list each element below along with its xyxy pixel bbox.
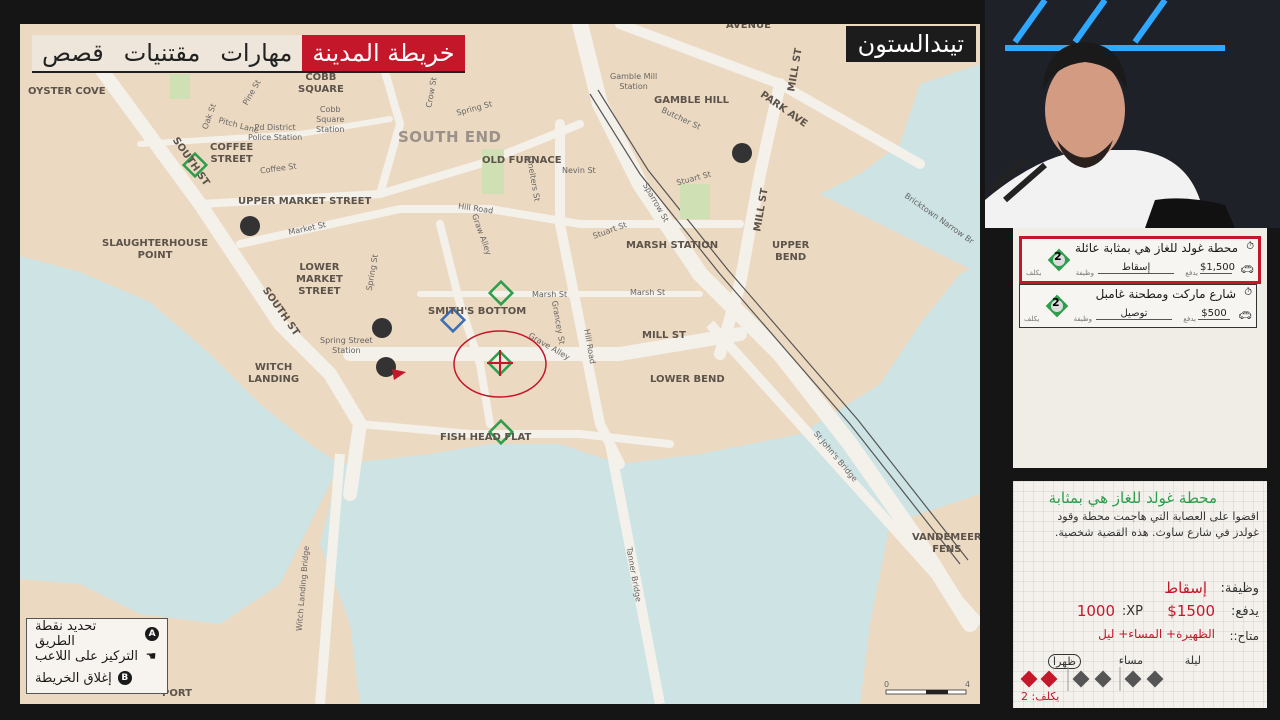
job-card-cost-caption: يكلف bbox=[1024, 315, 1040, 323]
webcam-overlay bbox=[985, 0, 1280, 228]
scale-four: 4 bbox=[965, 680, 971, 689]
detail-description-1: اقضوا على العصابة التي هاجمت محطة وقود bbox=[1057, 510, 1259, 523]
label-nevin-st: Nevin St bbox=[562, 166, 596, 175]
detail-job-caption: وظيفة: bbox=[1220, 581, 1259, 596]
job-card[interactable]: محطة غولد للغاز هي بمثابة عائلة ⏱ إسقاط … bbox=[1019, 236, 1261, 284]
legend-label: التركيز على اللاعب bbox=[35, 648, 138, 664]
job-card-type-caption: وظيفة bbox=[1075, 269, 1094, 277]
label-lower-bend: LOWER BEND bbox=[650, 374, 725, 385]
timer-icon: ⏱ bbox=[1246, 241, 1254, 252]
label-fish-head-flat: FISH HEAD FLAT bbox=[440, 432, 532, 443]
label-lower-market-street: LOWER MARKET STREET bbox=[296, 262, 343, 297]
tab-stories[interactable]: قصص bbox=[32, 35, 114, 71]
jobs-panel: محطة غولد للغاز هي بمثابة عائلة ⏱ إسقاط … bbox=[1013, 228, 1267, 468]
label-upper-market-street: UPPER MARKET STREET bbox=[238, 196, 372, 207]
controls-legend: A تحديد نقطة الطريق ☚ التركيز على اللاعب… bbox=[26, 618, 168, 694]
park-2 bbox=[680, 184, 710, 219]
job-card-type: توصيل bbox=[1096, 308, 1172, 320]
tab-city-map[interactable]: خريطة المدينة bbox=[302, 35, 465, 71]
label-marsh-st-2: Marsh St bbox=[630, 288, 666, 297]
label-upper-bend: UPPER BEND bbox=[772, 240, 810, 263]
timer-icon: ⏱ bbox=[1244, 287, 1252, 298]
job-card-type: إسقاط bbox=[1098, 262, 1174, 274]
job-card-title: شارع ماركت ومطحنة غامبل bbox=[1095, 287, 1236, 301]
label-marsh-station: MARSH STATION bbox=[626, 240, 719, 251]
job-card-type-caption: وظيفة bbox=[1073, 315, 1092, 323]
label-cobb-square: COBB SQUARE bbox=[298, 72, 344, 95]
detail-pays-value: $1500 bbox=[1167, 602, 1215, 620]
detail-title: محطة غولد للغاز هي بمثابة bbox=[1048, 489, 1217, 507]
job-card-cost: 2 bbox=[1052, 296, 1060, 309]
label-mill-st-mid: MILL ST bbox=[642, 330, 686, 341]
scale-zero: 0 bbox=[884, 680, 890, 689]
slot-night: ليلة bbox=[1184, 654, 1201, 667]
city-name-label: تيندالستون bbox=[845, 26, 976, 62]
job-card-pay-caption: يدفع bbox=[1185, 269, 1198, 277]
label-oyster-cove: OYSTER COVE bbox=[28, 86, 106, 97]
legend-label: إغلاق الخريطة bbox=[35, 670, 112, 686]
city-map[interactable]: OYSTER COVE COBB SQUARE Cobb Square Stat… bbox=[20, 24, 980, 704]
evening-diamonds bbox=[1072, 670, 1112, 688]
water-west bbox=[20, 256, 340, 624]
label-slaughterhouse-point: SLAUGHTERHOUSE POINT bbox=[102, 238, 209, 261]
hand-icon: ☚ bbox=[145, 649, 157, 663]
detail-xp-value: 1000 bbox=[1076, 602, 1115, 620]
label-avenue: AVENUE bbox=[726, 24, 771, 31]
label-coffee-street: COFFEE STREET bbox=[210, 142, 254, 165]
detail-job-value: إسقاط bbox=[1164, 579, 1207, 597]
legend-focus-player[interactable]: ☚ التركيز على اللاعب bbox=[35, 645, 159, 667]
water-east bbox=[820, 64, 980, 274]
job-card-pay: $500 bbox=[1198, 308, 1230, 320]
map-canvas[interactable] bbox=[20, 24, 980, 704]
webcam-image bbox=[985, 0, 1280, 228]
job-card-title: محطة غولد للغاز هي بمثابة عائلة bbox=[1074, 241, 1238, 255]
detail-xp-caption: XP: bbox=[1121, 604, 1143, 619]
wrench-pin bbox=[732, 143, 752, 163]
park-3 bbox=[170, 74, 190, 99]
scale-bar bbox=[885, 689, 967, 695]
label-spring-street-station: Spring Street Station bbox=[320, 336, 373, 355]
label-gamble-mill-station: Gamble Mill Station bbox=[610, 72, 658, 91]
night-diamonds bbox=[1124, 670, 1164, 688]
map-tabs: خريطة المدينة مهارات مقتنيات قصص bbox=[32, 35, 465, 73]
label-smiths-bottom: SMITH'S BOTTOM bbox=[428, 306, 527, 317]
a-button-icon: A bbox=[145, 627, 159, 641]
detail-description-2: غولدز في شارع ساوث. هذه القضية شخصية. bbox=[1054, 526, 1259, 539]
job-card-pay: $1,500 bbox=[1200, 262, 1235, 274]
detail-pays-caption: يدفع: bbox=[1231, 604, 1259, 619]
tab-skills[interactable]: مهارات bbox=[210, 35, 302, 71]
player-arrow bbox=[392, 369, 406, 380]
detail-available-caption: متاح:: bbox=[1229, 629, 1259, 643]
job-card-cost: 2 bbox=[1054, 250, 1062, 263]
b-button-icon: B bbox=[117, 671, 132, 685]
label-witch-landing: WITCH LANDING bbox=[248, 362, 300, 385]
job-detail-panel: محطة غولد للغاز هي بمثابة اقضوا على العص… bbox=[1013, 481, 1267, 708]
detail-cost: يكلف: 2 bbox=[1021, 690, 1060, 703]
label-vandemeer-fens: VANDEMEER FENS bbox=[912, 532, 980, 555]
job-card[interactable]: شارع ماركت ومطحنة غامبل ⏱ توصيل وظيفة $5… bbox=[1019, 284, 1257, 328]
label-cobb-square-station: Cobb Square Station bbox=[316, 105, 345, 134]
detail-available-value: الظهيرة+ المساء+ ليل bbox=[1098, 627, 1215, 641]
label-marsh-st: Marsh St bbox=[532, 290, 568, 299]
tab-collectibles[interactable]: مقتنيات bbox=[114, 35, 211, 71]
wrench-pin bbox=[240, 216, 260, 236]
legend-close-map[interactable]: B إغلاق الخريطة bbox=[35, 667, 159, 689]
job-card-pay-caption: يدفع bbox=[1183, 315, 1196, 323]
job-card-cost-caption: يكلف bbox=[1026, 269, 1042, 277]
label-south-end: SOUTH END bbox=[398, 128, 502, 146]
legend-label: تحديد نقطة الطريق bbox=[35, 619, 97, 649]
car-icon: 🚗︎ bbox=[1240, 263, 1254, 276]
car-icon: 🚗︎ bbox=[1238, 309, 1252, 322]
slot-evening: مساء bbox=[1118, 654, 1143, 667]
car-pin bbox=[372, 318, 392, 338]
noon-diamonds bbox=[1020, 670, 1058, 688]
legend-set-waypoint[interactable]: A تحديد نقطة الطريق bbox=[35, 619, 159, 649]
label-old-furnace: OLD FURNACE bbox=[482, 155, 562, 166]
